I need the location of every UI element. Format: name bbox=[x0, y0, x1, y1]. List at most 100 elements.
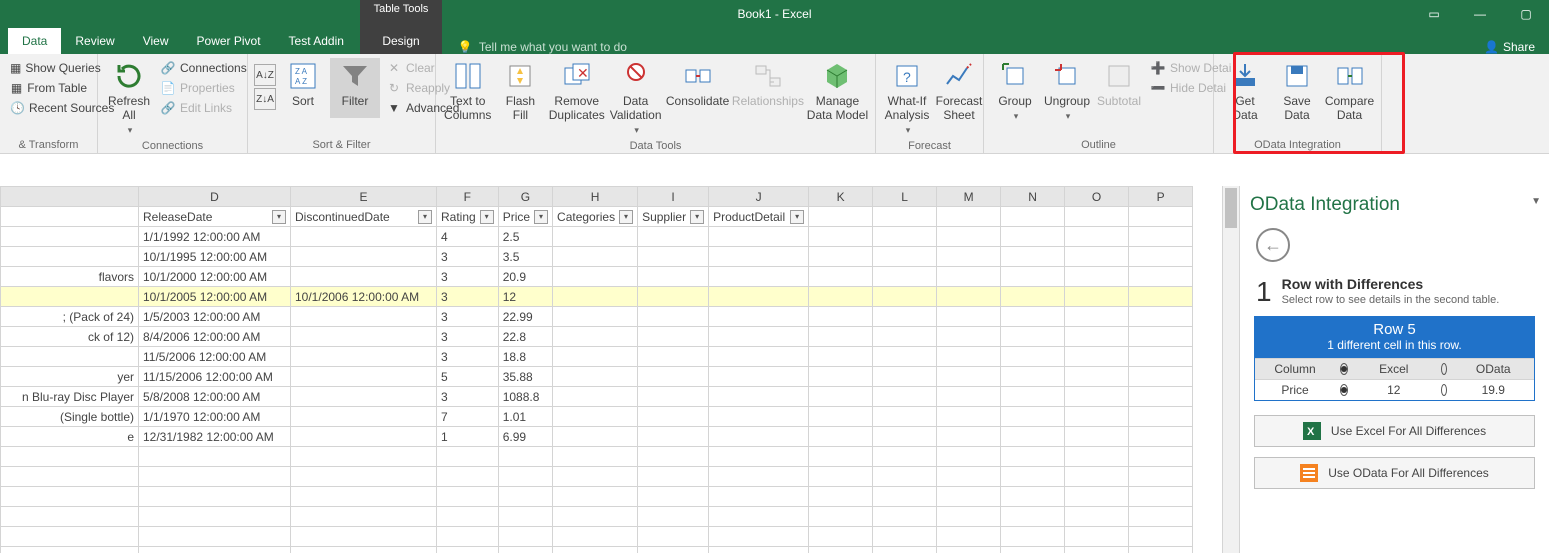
table-row[interactable]: (Single bottle)1/1/1970 12:00:00 AM71.01 bbox=[1, 407, 1193, 427]
reapply-icon: ↻ bbox=[386, 80, 402, 96]
table-row[interactable]: flavors10/1/2000 12:00:00 AM320.9 bbox=[1, 267, 1193, 287]
pane-options-icon[interactable]: ▼ bbox=[1531, 196, 1541, 207]
tell-me[interactable]: 💡 Tell me what you want to do bbox=[458, 40, 627, 54]
properties-button[interactable]: 📄Properties bbox=[156, 78, 251, 98]
table-row[interactable] bbox=[1, 447, 1193, 467]
text-to-columns-button[interactable]: Text to Columns bbox=[442, 58, 493, 138]
filter-dropdown-icon[interactable]: ▾ bbox=[690, 210, 704, 224]
sort-button[interactable]: Z AA Z Sort bbox=[278, 58, 328, 118]
table-row[interactable]: e12/31/1982 12:00:00 AM16.99 bbox=[1, 427, 1193, 447]
consolidate-icon bbox=[682, 60, 714, 92]
download-icon bbox=[1229, 60, 1261, 92]
relationships-button[interactable]: Relationships bbox=[732, 58, 804, 138]
subtotal-button[interactable]: Subtotal bbox=[1094, 58, 1144, 124]
table-icon: ▦ bbox=[10, 80, 23, 96]
vertical-scrollbar[interactable] bbox=[1222, 186, 1239, 553]
table-row[interactable] bbox=[1, 487, 1193, 507]
clock-icon: 🕓 bbox=[10, 100, 25, 116]
table-row[interactable]: 1/1/1992 12:00:00 AM42.5 bbox=[1, 227, 1193, 247]
radio-excel-price[interactable] bbox=[1340, 384, 1348, 396]
filter-button[interactable]: Filter bbox=[330, 58, 380, 118]
flash-fill-button[interactable]: Flash Fill bbox=[495, 58, 545, 138]
use-odata-all-button[interactable]: Use OData For All Differences bbox=[1254, 457, 1535, 489]
save-icon bbox=[1281, 60, 1313, 92]
table-row[interactable]: 10/1/2005 12:00:00 AM10/1/2006 12:00:00 … bbox=[1, 287, 1193, 307]
group-label-connections: Connections bbox=[104, 138, 241, 152]
filter-dropdown-icon[interactable]: ▾ bbox=[418, 210, 432, 224]
odata-icon bbox=[1300, 464, 1318, 482]
col-header-column: Column bbox=[1255, 358, 1335, 379]
filter-dropdown-icon[interactable]: ▾ bbox=[790, 210, 804, 224]
tab-view[interactable]: View bbox=[129, 28, 183, 54]
table-row[interactable] bbox=[1, 547, 1193, 553]
diff-heading: Row with Differences bbox=[1282, 276, 1424, 292]
worksheet-grid[interactable]: DEFGHIJKLMNOPReleaseDate▾DiscontinuedDat… bbox=[0, 186, 1222, 553]
tab-testaddin[interactable]: Test Addin bbox=[275, 28, 358, 54]
forecast-sheet-button[interactable]: Forecast Sheet bbox=[934, 58, 984, 138]
odata-get-button[interactable]: Get Data bbox=[1220, 58, 1270, 124]
tab-design[interactable]: Design bbox=[360, 28, 442, 54]
edit-links-button[interactable]: 🔗Edit Links bbox=[156, 98, 251, 118]
table-row[interactable] bbox=[1, 507, 1193, 527]
diff-row-card: Row 5 1 different cell in this row. Colu… bbox=[1254, 316, 1535, 401]
group-button[interactable]: Group bbox=[990, 58, 1040, 124]
diff-row-label: Row 5 bbox=[1255, 321, 1534, 338]
lightbulb-icon: 💡 bbox=[458, 40, 473, 54]
filter-dropdown-icon[interactable]: ▾ bbox=[534, 210, 548, 224]
radio-excel-header[interactable] bbox=[1340, 363, 1348, 375]
recent-sources-button[interactable]: 🕓Recent Sources bbox=[6, 98, 91, 118]
tab-review[interactable]: Review bbox=[61, 28, 128, 54]
plus-icon: ➕ bbox=[1150, 60, 1166, 76]
table-row[interactable] bbox=[1, 527, 1193, 547]
odata-compare-button[interactable]: Compare Data bbox=[1324, 58, 1375, 124]
text-to-columns-icon bbox=[452, 60, 484, 92]
data-validation-icon bbox=[620, 60, 652, 92]
group-label-transform: & Transform bbox=[6, 137, 91, 151]
table-row[interactable]: 11/5/2006 12:00:00 AM318.8 bbox=[1, 347, 1193, 367]
tab-powerpivot[interactable]: Power Pivot bbox=[183, 28, 275, 54]
diff-subtext: Select row to see details in the second … bbox=[1282, 294, 1500, 306]
table-row[interactable] bbox=[1, 467, 1193, 487]
svg-text:A Z: A Z bbox=[295, 77, 307, 86]
from-table-button[interactable]: ▦From Table bbox=[6, 78, 91, 98]
odata-task-pane: OData Integration ▼ ← 1 Row with Differe… bbox=[1239, 186, 1549, 553]
tab-data[interactable]: Data bbox=[8, 28, 61, 54]
col-header-excel: Excel bbox=[1353, 358, 1435, 379]
filter-dropdown-icon[interactable]: ▾ bbox=[619, 210, 633, 224]
table-row[interactable]: yer11/15/2006 12:00:00 AM535.88 bbox=[1, 367, 1193, 387]
refresh-icon bbox=[113, 60, 145, 92]
odata-save-button[interactable]: Save Data bbox=[1272, 58, 1322, 124]
filter-icon bbox=[339, 60, 371, 92]
manage-data-model-button[interactable]: Manage Data Model bbox=[806, 58, 869, 138]
connections-button[interactable]: 🔗Connections bbox=[156, 58, 251, 78]
maximize-button[interactable]: ▢ bbox=[1503, 7, 1549, 21]
radio-odata-header[interactable] bbox=[1441, 363, 1447, 375]
ribbon-display-options-icon[interactable]: ▭ bbox=[1411, 7, 1457, 21]
refresh-all-button[interactable]: Refresh All bbox=[104, 58, 154, 138]
minimize-button[interactable]: — bbox=[1457, 7, 1503, 21]
link-icon: 🔗 bbox=[160, 60, 176, 76]
share-button[interactable]: 👤 Share bbox=[1484, 40, 1535, 54]
header-release: ReleaseDate bbox=[143, 210, 212, 224]
whatif-button[interactable]: ?What-If Analysis bbox=[882, 58, 932, 138]
use-excel-all-button[interactable]: X Use Excel For All Differences bbox=[1254, 415, 1535, 447]
data-validation-button[interactable]: Data Validation bbox=[608, 58, 663, 138]
remove-duplicates-button[interactable]: ✕Remove Duplicates bbox=[547, 58, 606, 138]
excel-icon: X bbox=[1303, 422, 1321, 440]
svg-text:X: X bbox=[1307, 426, 1315, 438]
table-row[interactable]: ; (Pack of 24)1/5/2003 12:00:00 AM322.99 bbox=[1, 307, 1193, 327]
radio-odata-price[interactable] bbox=[1441, 384, 1447, 396]
sort-asc-icon[interactable]: A↓Z bbox=[254, 64, 276, 86]
sort-desc-icon[interactable]: Z↓A bbox=[254, 88, 276, 110]
table-row[interactable]: n Blu-ray Disc Player5/8/2008 12:00:00 A… bbox=[1, 387, 1193, 407]
back-button[interactable]: ← bbox=[1256, 228, 1290, 262]
ungroup-button[interactable]: Ungroup bbox=[1042, 58, 1092, 124]
table-row[interactable]: ck of 12)8/4/2006 12:00:00 AM322.8 bbox=[1, 327, 1193, 347]
show-queries-button[interactable]: ▦Show Queries bbox=[6, 58, 91, 78]
table-row[interactable]: 10/1/1995 12:00:00 AM33.5 bbox=[1, 247, 1193, 267]
filter-dropdown-icon[interactable]: ▾ bbox=[480, 210, 494, 224]
svg-text:Z A: Z A bbox=[295, 67, 308, 76]
filter-dropdown-icon[interactable]: ▾ bbox=[272, 210, 286, 224]
consolidate-button[interactable]: Consolidate bbox=[665, 58, 730, 138]
minus-icon: ➖ bbox=[1150, 80, 1166, 96]
